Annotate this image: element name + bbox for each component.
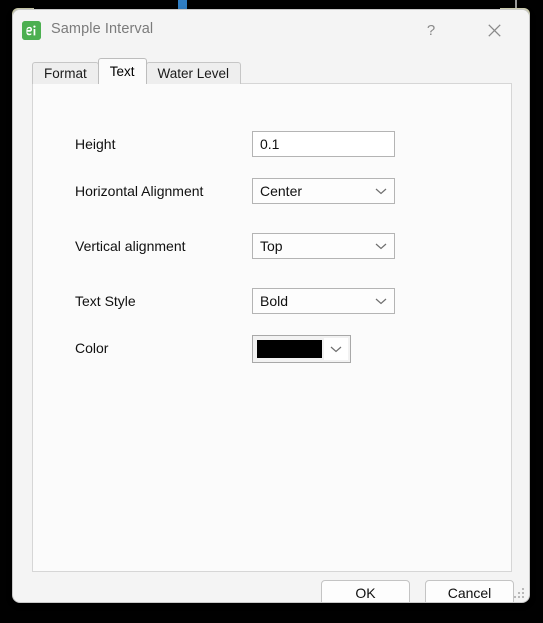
tab-water-level-label: Water Level bbox=[157, 66, 230, 81]
vertical-alignment-value: Top bbox=[260, 238, 283, 254]
tab-format-label: Format bbox=[44, 66, 87, 81]
help-label: ? bbox=[426, 22, 436, 39]
color-label: Color bbox=[75, 340, 109, 356]
height-input[interactable]: 0.1 bbox=[252, 131, 395, 157]
height-label: Height bbox=[75, 136, 116, 152]
vertical-alignment-label: Vertical alignment bbox=[75, 238, 186, 254]
color-swatch-wrapper bbox=[255, 338, 324, 360]
text-style-select[interactable]: Bold bbox=[252, 288, 395, 314]
form-row-height: Height 0.1 bbox=[33, 129, 511, 159]
app-green-icon bbox=[22, 21, 41, 40]
sample-interval-dialog: Sample Interval ? Format Text Water Leve… bbox=[12, 9, 530, 603]
chevron-down-icon bbox=[368, 187, 394, 195]
ok-button[interactable]: OK bbox=[321, 580, 410, 602]
form-row-color: Color bbox=[33, 333, 511, 363]
text-style-label: Text Style bbox=[75, 293, 136, 309]
close-icon bbox=[487, 24, 501, 37]
form-row-horizontal-alignment: Horizontal Alignment Center bbox=[33, 176, 511, 206]
tab-format[interactable]: Format bbox=[32, 62, 99, 84]
dialog-titlebar[interactable]: Sample Interval ? bbox=[13, 10, 529, 51]
resize-grip[interactable] bbox=[513, 587, 525, 599]
color-select[interactable] bbox=[252, 335, 351, 363]
horizontal-alignment-value: Center bbox=[260, 183, 303, 199]
form-row-text-style: Text Style Bold bbox=[33, 286, 511, 316]
color-swatch bbox=[257, 340, 322, 358]
ok-label: OK bbox=[355, 585, 376, 601]
tab-text-label: Text bbox=[109, 64, 135, 79]
chevron-down-icon bbox=[368, 297, 394, 305]
chevron-down-icon bbox=[324, 338, 348, 360]
text-style-value: Bold bbox=[260, 293, 289, 309]
chevron-down-icon bbox=[368, 242, 394, 250]
help-button[interactable]: ? bbox=[408, 10, 454, 51]
tab-content-panel: Height 0.1 Horizontal Alignment Center V… bbox=[32, 83, 512, 572]
form-row-vertical-alignment: Vertical alignment Top bbox=[33, 231, 511, 261]
close-button[interactable] bbox=[471, 10, 517, 51]
tab-water-level[interactable]: Water Level bbox=[145, 62, 242, 84]
tab-strip: Format Text Water Level bbox=[32, 58, 242, 84]
vertical-alignment-select[interactable]: Top bbox=[252, 233, 395, 259]
horizontal-alignment-label: Horizontal Alignment bbox=[75, 183, 204, 199]
tab-text[interactable]: Text bbox=[97, 58, 147, 84]
cancel-label: Cancel bbox=[447, 585, 492, 601]
cancel-button[interactable]: Cancel bbox=[425, 580, 514, 602]
dialog-footer: OK Cancel bbox=[13, 580, 529, 602]
dialog-title: Sample Interval bbox=[51, 21, 154, 37]
horizontal-alignment-select[interactable]: Center bbox=[252, 178, 395, 204]
